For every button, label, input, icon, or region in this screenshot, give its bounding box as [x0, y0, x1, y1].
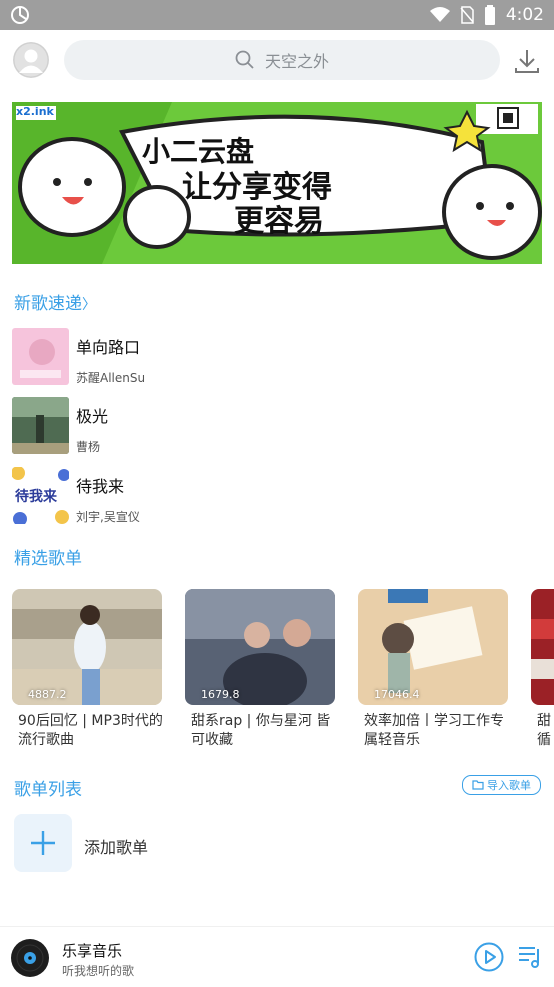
player-title: 乐享音乐	[62, 942, 123, 960]
play-count: 4887.2	[28, 688, 67, 701]
avatar[interactable]	[13, 42, 49, 78]
player-subtitle: 听我想听的歌	[62, 964, 135, 978]
song-cover-2	[12, 397, 69, 454]
playlist-card-4[interactable]: 甜循	[531, 589, 554, 750]
banner-tag: x2.ink	[16, 105, 54, 118]
new-songs-title: 新歌速递	[14, 294, 82, 314]
playlist-cover-2: 1679.8	[185, 589, 335, 705]
playlist-card-3[interactable]: 17046.4 效率加倍丨学习工作专属轻音乐	[358, 589, 508, 750]
import-label: 导入歌单	[487, 779, 531, 792]
user-icon	[13, 42, 49, 78]
playlist-list-header: 歌单列表	[14, 775, 82, 800]
clock: 4:02	[505, 5, 544, 25]
playlist-name: 90后回忆 | MP3时代的流行歌曲	[18, 713, 163, 748]
song-item-1[interactable]: 单向路口 苏醒AllenSu	[12, 328, 542, 388]
disc-icon	[11, 939, 49, 977]
status-bar: 4:02	[0, 0, 554, 30]
playlist-card-2[interactable]: 1679.8 甜系rap | 你与星河 皆可收藏	[185, 589, 335, 750]
plus-icon	[31, 831, 55, 855]
song-title: 极光	[76, 407, 109, 426]
play-count: 1679.8	[201, 688, 240, 701]
song-title: 待我来	[76, 477, 125, 496]
top-bar: 天空之外	[0, 30, 554, 92]
play-count: 17046.4	[374, 688, 420, 701]
song-artist: 曹杨	[76, 440, 101, 454]
banner-line-3: 更容易	[234, 204, 324, 239]
search-icon	[235, 50, 254, 69]
app-status-icon	[11, 6, 29, 24]
playlist-cover-3: 17046.4	[358, 589, 508, 705]
playlist-name: 甜系rap | 你与星河 皆可收藏	[191, 713, 331, 748]
wifi-icon	[429, 7, 450, 22]
featured-title: 精选歌单	[14, 549, 82, 569]
song-cover-3: 待我来	[12, 467, 69, 524]
search-placeholder: 天空之外	[264, 52, 329, 71]
download-icon[interactable]	[514, 48, 540, 74]
new-songs-header[interactable]: 新歌速递〉	[14, 289, 96, 314]
playlist-name: 效率加倍丨学习工作专属轻音乐	[364, 713, 504, 748]
playlist-card-1[interactable]: 4887.2 90后回忆 | MP3时代的流行歌曲	[12, 589, 163, 750]
song-cover-1	[12, 328, 69, 385]
no-sim-icon	[460, 6, 474, 24]
playlist-cover-1: 4887.2	[12, 589, 162, 705]
chevron-right-icon: 〉	[82, 297, 96, 313]
song-artist: 刘宇,吴宣仪	[76, 510, 140, 524]
battery-icon	[484, 5, 495, 25]
import-playlist-button[interactable]: 导入歌单	[462, 775, 541, 795]
song-item-2[interactable]: 极光 曹杨	[12, 397, 542, 457]
playlist-name: 甜循	[537, 713, 551, 748]
add-playlist-label[interactable]: 添加歌单	[84, 834, 148, 858]
song-artist: 苏醒AllenSu	[76, 371, 146, 385]
search-input[interactable]: 天空之外	[64, 40, 500, 80]
folder-icon	[472, 780, 484, 790]
promo-banner[interactable]: x2.ink 小二云盘 让分享变得 更容易	[12, 102, 542, 264]
song-title: 单向路口	[76, 338, 141, 357]
song-item-3[interactable]: 待我来 待我来 刘宇,吴宣仪	[12, 467, 542, 527]
playlist-cover-4	[531, 589, 554, 705]
playlist-list-title: 歌单列表	[14, 780, 82, 800]
add-playlist-button[interactable]	[14, 814, 72, 872]
play-icon[interactable]	[474, 942, 504, 972]
mini-player[interactable]: 乐享音乐 听我想听的歌	[0, 926, 554, 987]
cover-text: 待我来	[15, 489, 57, 505]
playlist-queue-icon[interactable]	[518, 943, 544, 969]
featured-header: 精选歌单	[14, 544, 82, 569]
